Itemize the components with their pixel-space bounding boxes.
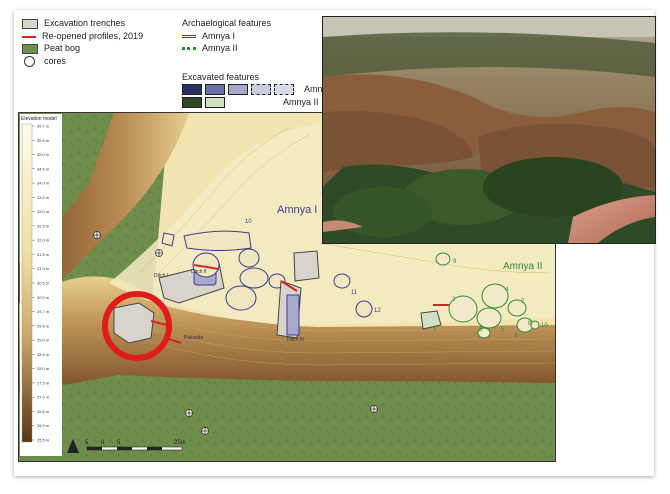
amnya1-line-icon — [182, 35, 196, 39]
legend-label: Re-opened profiles, 2019 — [42, 31, 144, 41]
elevation-tick-label: 34.0 m — [37, 181, 50, 186]
elevation-tick-label: 35.5 m — [37, 138, 50, 143]
elevation-tick-label: 35.0 m — [37, 152, 50, 157]
legend-label: Amnya II — [283, 97, 319, 107]
elevation-tick-label: 30.5 m — [37, 281, 50, 286]
elevation-tick-label: 35.7 m — [37, 124, 50, 129]
feature-label: 11 — [351, 290, 358, 296]
swatch-icon — [182, 97, 202, 109]
legend-arch-title: Archaelogical features — [182, 18, 272, 28]
elevation-tick-label: 33.0 m — [37, 209, 50, 214]
feature-label: 10 — [541, 323, 548, 329]
core-marker-icon — [370, 405, 378, 413]
elevation-tick-label: 30.0 m — [37, 295, 50, 300]
feature-label: 10 — [245, 219, 252, 225]
elevation-tick-label: 25.5 m — [37, 438, 50, 443]
aerial-photo-image — [323, 17, 655, 243]
legend-excavated-amnya1: Amnya I — [182, 84, 337, 96]
site-label-amnya2: Amnya II — [503, 261, 542, 272]
legend-label: Peat bog — [44, 43, 81, 53]
legend-excavated-amnya2: Amnya II — [182, 97, 319, 109]
elevation-tick-label: 31.5 m — [37, 252, 50, 257]
site-label-amnya1: Amnya I — [277, 204, 317, 216]
amnya2-line-icon — [182, 47, 196, 51]
elevation-tick-label: 27.0 m — [37, 395, 50, 400]
elevation-tick-label: 29.7 m — [37, 309, 50, 314]
feature-label: 12 — [374, 308, 381, 314]
legend-label: cores — [44, 56, 67, 66]
trench-swatch-icon — [22, 18, 38, 29]
elevation-tick-label: 31.0 m — [37, 266, 50, 271]
elevation-tick-label: 27.5 m — [37, 380, 50, 385]
legend-reopened-profiles: Re-opened profiles, 2019 — [22, 31, 143, 42]
legend-cores: cores — [22, 56, 67, 68]
red-line-icon — [22, 35, 36, 38]
legend-label: Amnya I — [202, 31, 236, 41]
swatch-icon — [182, 84, 202, 96]
aerial-photo — [322, 16, 656, 244]
elevation-tick-label: 32.0 m — [37, 238, 50, 243]
legend-arch-amnya1: Amnya I — [182, 31, 235, 42]
elevation-tick-label: 33.5 m — [37, 195, 50, 200]
swatch-icon — [205, 97, 225, 109]
legend-label: Excavation trenches — [44, 18, 126, 28]
palisade-label: Palisade — [184, 335, 203, 341]
swatch-icon — [205, 84, 225, 96]
elevation-tick-label: 28.0 m — [37, 366, 50, 371]
swatch-icon — [251, 84, 271, 96]
core-marker-icon — [155, 249, 163, 257]
elevation-title: Elevation model — [21, 116, 57, 122]
elevation-tick-label: 26.5 m — [37, 409, 50, 414]
legend-excavation-trenches: Excavation trenches — [22, 18, 125, 29]
legend-label: Amnya II — [202, 43, 238, 53]
elevation-tick-label: 34.5 m — [37, 166, 50, 171]
bog-swatch-icon — [22, 43, 38, 54]
swatch-icon — [274, 84, 294, 96]
ditch-label: Ditch II — [191, 269, 207, 275]
elevation-tick-label: 26.0 m — [37, 423, 50, 428]
legend-arch-amnya2: Amnya II — [182, 43, 238, 54]
elevation-tick-label: 29.0 m — [37, 338, 50, 343]
elevation-tick-label: 32.5 m — [37, 223, 50, 228]
ditch-label: Ditch I — [154, 273, 168, 279]
core-marker-icon — [201, 427, 209, 435]
swatch-icon — [228, 84, 248, 96]
legend-peat-bog: Peat bog — [22, 43, 80, 54]
legend-excavated-title: Excavated features — [182, 72, 260, 82]
elevation-ramp: Elevation model 35.7 m 35.5 m 35.0 m 34.5 m… — [20, 114, 62, 456]
ditch-label: Ditch III — [287, 337, 304, 343]
elevation-tick-label: 29.5 m — [37, 323, 50, 328]
elevation-legend: Elevation model 35.7 m 35.5 m 35.0 m 34.5 m… — [20, 114, 62, 456]
core-marker-icon — [185, 409, 193, 417]
scale-tick: 25m — [174, 440, 186, 446]
elevation-tick-label: 28.5 m — [37, 352, 50, 357]
core-marker-icon — [93, 231, 101, 239]
core-marker-icon — [24, 56, 35, 68]
